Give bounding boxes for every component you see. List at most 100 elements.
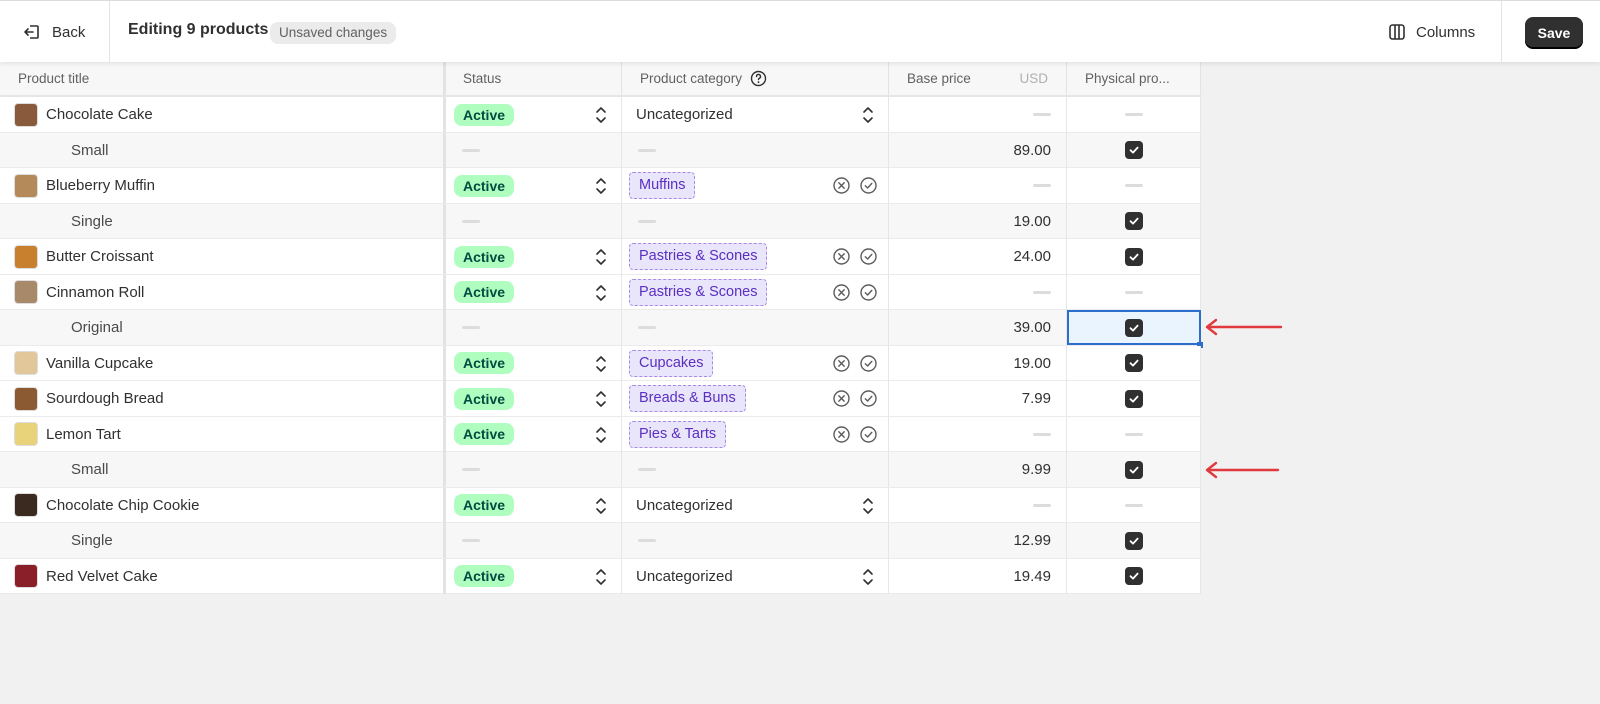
checkbox-checked-icon[interactable] [1124, 389, 1143, 408]
category-suggestion-tag[interactable]: Pastries & Scones [629, 278, 768, 306]
header-base-price[interactable]: Base price USD [889, 62, 1067, 95]
category-cell[interactable]: Pastries & Scones [622, 274, 889, 310]
base-price-cell[interactable]: 24.00 [889, 239, 1067, 274]
remove-icon[interactable] [832, 247, 851, 266]
category-suggestion-tag[interactable]: Pies & Tarts [629, 420, 727, 448]
category-suggestion-tag[interactable]: Cupcakes [629, 349, 714, 377]
category-cell[interactable]: Breads & Buns [622, 381, 889, 416]
status-cell[interactable]: Active [446, 487, 622, 523]
category-cell[interactable]: Uncategorized [622, 558, 889, 594]
stepper-icon[interactable] [595, 568, 607, 586]
stepper-icon[interactable] [595, 426, 607, 444]
back-button[interactable]: Back [10, 15, 97, 49]
remove-icon[interactable] [832, 389, 851, 408]
save-button[interactable]: Save [1525, 17, 1583, 48]
checkbox-checked-icon[interactable] [1124, 212, 1143, 230]
status-badge: Active [454, 174, 515, 197]
category-suggestion-tag[interactable]: Muffins [629, 172, 696, 199]
product-title-cell[interactable]: Cinnamon Roll [0, 274, 446, 310]
product-title-cell[interactable]: Sourdough Bread [0, 381, 446, 416]
category-cell[interactable]: Uncategorized [622, 97, 889, 132]
base-price-cell[interactable]: 12.99 [889, 523, 1067, 558]
stepper-icon[interactable] [595, 284, 607, 302]
base-price-cell[interactable]: 19.00 [889, 203, 1067, 239]
variant-title-cell[interactable]: Single [0, 203, 446, 239]
stepper-icon[interactable] [595, 248, 607, 266]
physical-product-cell[interactable] [1067, 239, 1201, 274]
checkbox-checked-icon[interactable] [1124, 567, 1143, 585]
checkbox-checked-icon[interactable] [1124, 318, 1143, 337]
category-suggestion-tag[interactable]: Breads & Buns [629, 385, 746, 412]
confirm-icon[interactable] [859, 389, 878, 408]
status-cell[interactable]: Active [446, 274, 622, 310]
product-title-cell[interactable]: Chocolate Chip Cookie [0, 487, 446, 523]
status-cell[interactable]: Active [446, 416, 622, 452]
header-status[interactable]: Status [446, 62, 622, 95]
status-cell[interactable]: Active [446, 168, 622, 203]
category-cell[interactable]: Uncategorized [622, 487, 889, 523]
header-physical-product[interactable]: Physical pro... [1067, 62, 1201, 95]
product-title-cell[interactable]: Red Velvet Cake [0, 558, 446, 594]
stepper-icon[interactable] [862, 106, 874, 124]
product-title-cell[interactable]: Butter Croissant [0, 239, 446, 274]
product-title-cell[interactable]: Chocolate Cake [0, 97, 446, 132]
category-cell[interactable]: Pies & Tarts [622, 416, 889, 452]
category-cell[interactable]: Cupcakes [622, 345, 889, 381]
stepper-icon[interactable] [595, 106, 607, 124]
checkbox-checked-icon[interactable] [1124, 354, 1143, 372]
status-cell[interactable]: Active [446, 345, 622, 381]
checkbox-checked-icon[interactable] [1124, 460, 1143, 479]
status-cell[interactable]: Active [446, 97, 622, 132]
base-price-cell[interactable]: 89.00 [889, 132, 1067, 168]
variant-title-cell[interactable]: Single [0, 523, 446, 558]
status-cell[interactable]: Active [446, 558, 622, 594]
base-price-cell[interactable]: 9.99 [889, 452, 1067, 487]
category-suggestion-tag[interactable]: Pastries & Scones [629, 243, 768, 270]
checkbox-checked-icon[interactable] [1124, 141, 1143, 159]
confirm-icon[interactable] [859, 176, 878, 195]
confirm-icon[interactable] [859, 354, 878, 373]
confirm-icon[interactable] [859, 425, 878, 444]
stepper-icon[interactable] [595, 497, 607, 515]
remove-icon[interactable] [832, 283, 851, 302]
physical-product-cell[interactable] [1067, 523, 1201, 558]
product-title-cell[interactable]: Lemon Tart [0, 416, 446, 452]
stepper-icon[interactable] [862, 568, 874, 586]
base-price-cell[interactable]: 19.49 [889, 558, 1067, 594]
base-price-cell[interactable]: 7.99 [889, 381, 1067, 416]
variant-title-cell[interactable]: Small [0, 452, 446, 487]
physical-product-cell[interactable] [1067, 132, 1201, 168]
remove-icon[interactable] [832, 176, 851, 195]
physical-product-cell[interactable] [1067, 558, 1201, 594]
category-cell[interactable]: Pastries & Scones [622, 239, 889, 274]
remove-icon[interactable] [832, 354, 851, 373]
confirm-icon[interactable] [859, 247, 878, 266]
base-price: 12.99 [1013, 532, 1051, 549]
header-product-category[interactable]: Product category [622, 62, 889, 95]
checkbox-checked-icon[interactable] [1124, 247, 1143, 266]
physical-product-cell[interactable] [1067, 345, 1201, 381]
base-price-cell[interactable]: 39.00 [889, 310, 1067, 345]
physical-product-cell[interactable] [1067, 203, 1201, 239]
stepper-icon[interactable] [595, 390, 607, 408]
variant-title-cell[interactable]: Small [0, 132, 446, 168]
help-icon[interactable] [750, 70, 767, 87]
checkbox-checked-icon[interactable] [1124, 531, 1143, 550]
physical-product-cell[interactable] [1067, 310, 1203, 348]
product-title-cell[interactable]: Blueberry Muffin [0, 168, 446, 203]
physical-product-cell[interactable] [1067, 452, 1201, 487]
stepper-icon[interactable] [595, 355, 607, 373]
confirm-icon[interactable] [859, 283, 878, 302]
physical-product-cell[interactable] [1067, 381, 1201, 416]
stepper-icon[interactable] [595, 177, 607, 195]
variant-title-cell[interactable]: Original [0, 310, 446, 345]
category-cell[interactable]: Muffins [622, 168, 889, 203]
remove-icon[interactable] [832, 425, 851, 444]
status-cell[interactable]: Active [446, 381, 622, 416]
header-product-title[interactable]: Product title [0, 62, 446, 95]
columns-button[interactable]: Columns [1380, 17, 1483, 47]
stepper-icon[interactable] [862, 497, 874, 515]
base-price-cell[interactable]: 19.00 [889, 345, 1067, 381]
product-title-cell[interactable]: Vanilla Cupcake [0, 345, 446, 381]
status-cell[interactable]: Active [446, 239, 622, 274]
